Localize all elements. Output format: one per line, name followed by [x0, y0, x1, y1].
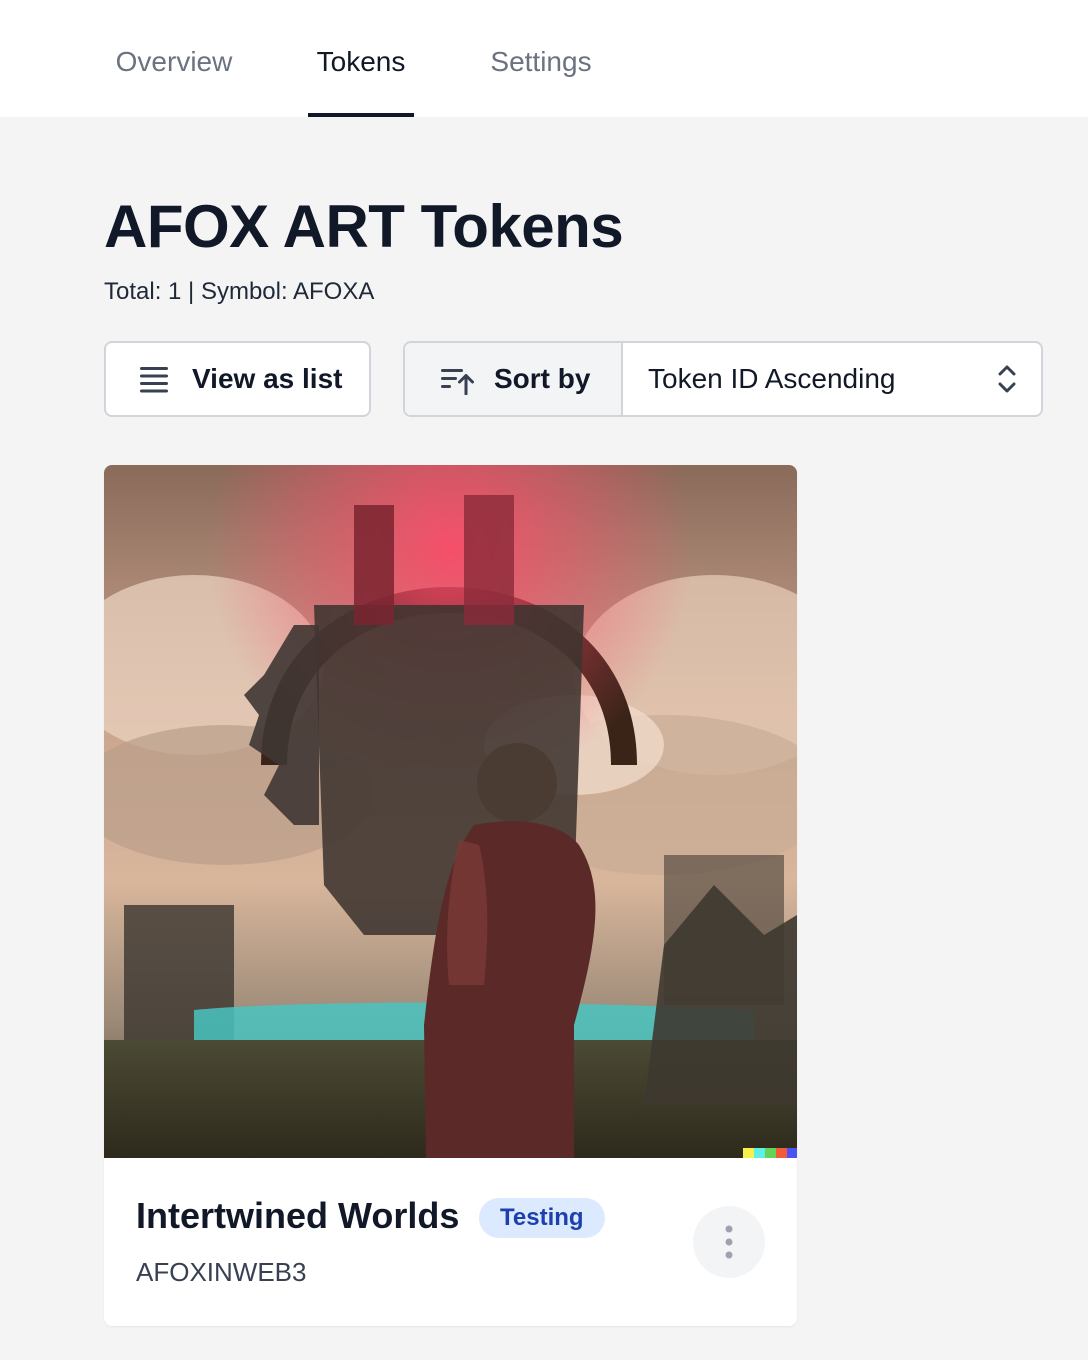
page-title: AFOX ART Tokens	[104, 193, 624, 260]
sort-by-label: Sort by	[494, 363, 591, 394]
token-name: Intertwined Worlds	[136, 1195, 460, 1236]
sort-ascending-icon	[441, 369, 474, 395]
status-badge: Testing	[479, 1198, 605, 1238]
more-options-button[interactable]	[693, 1206, 765, 1278]
token-collection: AFOXINWEB3	[136, 1257, 307, 1287]
sort-by-label-box: Sort by	[405, 343, 623, 415]
more-vertical-icon	[725, 1225, 733, 1259]
list-icon	[140, 367, 168, 393]
sort-select-value: Token ID Ascending	[648, 363, 896, 394]
collection-summary: Total: 1 | Symbol: AFOXA	[104, 278, 375, 305]
view-as-list-label: View as list	[192, 363, 343, 394]
top-tabs: Overview Tokens Settings	[0, 0, 1088, 117]
token-artwork-image	[104, 465, 797, 1158]
tab-tokens[interactable]: Tokens	[308, 0, 414, 117]
tab-settings[interactable]: Settings	[478, 0, 604, 117]
tab-overview[interactable]: Overview	[104, 0, 244, 117]
chevron-up-down-icon	[998, 365, 1016, 393]
sort-select[interactable]: Token ID Ascending	[625, 343, 1041, 415]
token-card[interactable]: Intertwined Worlds Testing AFOXINWEB3	[104, 465, 797, 1326]
sort-control: Sort by Token ID Ascending	[403, 341, 1043, 417]
view-as-list-button[interactable]: View as list	[104, 341, 371, 417]
